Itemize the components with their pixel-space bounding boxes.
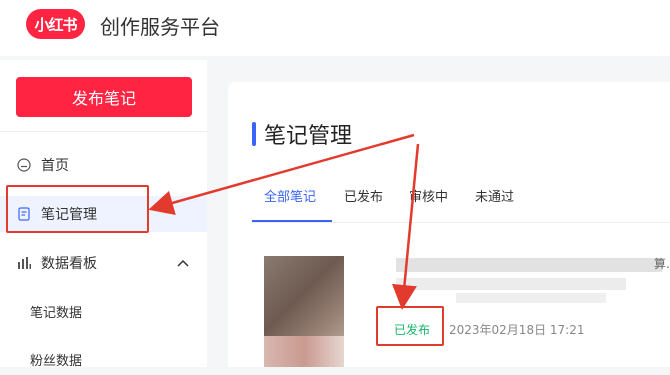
page-title-text: 笔记管理 bbox=[264, 124, 353, 149]
main-panel: 笔记管理 全部笔记 已发布 审核中 未通过 算. 已发布 2023年02月18日… bbox=[228, 82, 670, 367]
sidebar-subitem-label: 笔记数据 bbox=[30, 305, 83, 321]
note-datetime: 2023年02月18日 17:21 bbox=[449, 323, 585, 337]
note-thumbnail[interactable] bbox=[264, 256, 344, 367]
sidebar-subitem-fan-data[interactable]: 粉丝数据 bbox=[0, 343, 207, 375]
home-icon bbox=[17, 158, 31, 172]
app-title: 创作服务平台 bbox=[100, 15, 220, 39]
tab-published[interactable]: 已发布 bbox=[344, 186, 383, 222]
tab-reviewing[interactable]: 审核中 bbox=[409, 186, 448, 222]
sidebar-subitem-note-data[interactable]: 笔记数据 bbox=[0, 295, 207, 327]
tab-rejected[interactable]: 未通过 bbox=[475, 186, 514, 222]
sidebar-item-home[interactable]: 首页 bbox=[0, 147, 207, 183]
note-tabs: 全部笔记 已发布 审核中 未通过 bbox=[252, 186, 670, 223]
brand-logo[interactable]: 小红书 bbox=[26, 9, 85, 39]
annotation-highlight-sidebar bbox=[6, 185, 149, 233]
sidebar-item-label: 首页 bbox=[41, 158, 69, 174]
title-accent-bar bbox=[252, 122, 256, 146]
top-bar: 小红书 创作服务平台 bbox=[0, 0, 670, 56]
page-title: 笔记管理 bbox=[252, 118, 352, 150]
sidebar-item-data-board[interactable]: 数据看板 bbox=[0, 245, 207, 281]
tabs-divider bbox=[252, 222, 670, 223]
tab-all-notes[interactable]: 全部笔记 bbox=[264, 186, 316, 222]
note-stats-blurred bbox=[456, 293, 606, 303]
note-title-tail: 算. bbox=[654, 257, 670, 271]
note-desc-blurred bbox=[396, 278, 626, 290]
annotation-highlight-status bbox=[376, 306, 444, 346]
note-title-blurred bbox=[396, 258, 662, 272]
sidebar-item-label: 数据看板 bbox=[41, 256, 97, 272]
chevron-up-icon[interactable] bbox=[177, 255, 189, 271]
chart-bars-icon bbox=[17, 256, 31, 270]
publish-note-button[interactable]: 发布笔记 bbox=[16, 77, 192, 117]
sidebar-subitem-label: 粉丝数据 bbox=[30, 353, 83, 369]
sidebar-divider bbox=[0, 131, 207, 132]
